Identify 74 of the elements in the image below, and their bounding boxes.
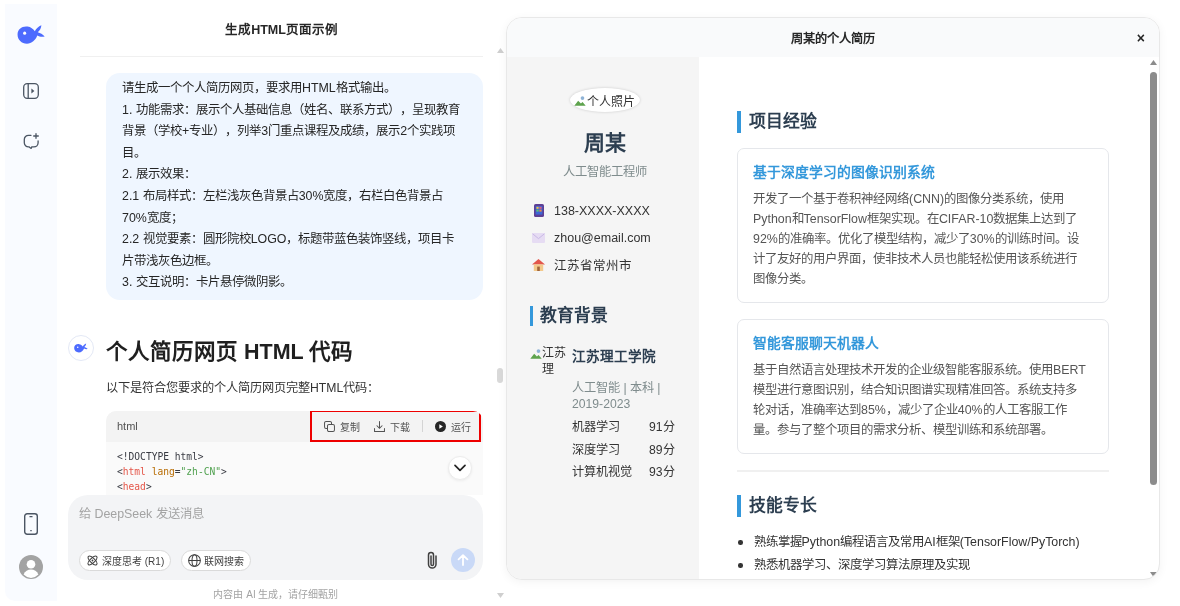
download-icon bbox=[374, 420, 385, 432]
copy-button[interactable]: 复制 bbox=[324, 418, 360, 434]
message-text: 1. 功能需求：展示个人基础信息（姓名、联系方式），呈现教育背景（学校+专业），列举3门重点课程及成绩，展示2个实践项目。 bbox=[122, 101, 461, 162]
course-name: 计算机视觉 bbox=[572, 464, 632, 481]
new-chat-icon[interactable] bbox=[23, 133, 39, 149]
phone-number: 138-XXXX-XXXX bbox=[554, 203, 650, 218]
course-score: 91分 bbox=[649, 419, 675, 436]
code-line: <html lang="zh-CN"> bbox=[117, 464, 227, 479]
section-heading: 技能专长 bbox=[737, 495, 817, 517]
copy-icon bbox=[324, 420, 335, 432]
code-line: <!DOCTYPE html> bbox=[117, 449, 204, 464]
chevron-down-icon bbox=[454, 463, 466, 472]
scrollbar-thumb[interactable] bbox=[1149, 72, 1157, 485]
deep-think-toggle[interactable]: 深度思考 (R1) bbox=[79, 549, 172, 571]
answer-heading: 个人简历网页 HTML 代码 bbox=[106, 338, 354, 366]
panel-title: 周某的个人简历 bbox=[791, 30, 875, 47]
course-name: 机器学习 bbox=[572, 419, 620, 436]
download-button[interactable]: 下载 bbox=[374, 418, 410, 434]
composer-panel[interactable]: 给 DeepSeek 发送消息 深度思考 (R1) 联网搜索 bbox=[68, 495, 483, 580]
user-avatar-icon[interactable] bbox=[19, 555, 43, 579]
message-text: 2.1 布局样式：左栏浅灰色背景占30%宽度，右栏白色背景占70%宽度； bbox=[122, 187, 445, 227]
attach-button[interactable] bbox=[427, 551, 438, 569]
section-heading: 项目经验 bbox=[737, 111, 817, 133]
phone-icon bbox=[533, 204, 544, 217]
course-score: 93分 bbox=[649, 464, 675, 481]
skill-text: 熟练掌握Python编程语言及常用AI框架(TensorFlow/PyTorch) bbox=[753, 534, 1080, 551]
answer-text: 以下是符合您要求的个人简历网页完整HTML代码： bbox=[106, 379, 380, 397]
close-button[interactable]: × bbox=[1136, 29, 1145, 46]
message-text: 请生成一个个人简历网页，要求用HTML格式输出。 bbox=[122, 80, 396, 97]
mobile-phone-icon[interactable] bbox=[24, 513, 38, 535]
code-line: <head> bbox=[117, 479, 152, 494]
broken-image-icon bbox=[530, 348, 542, 359]
code-language-label: html bbox=[117, 420, 138, 433]
message-text: 2. 展示效果： bbox=[122, 166, 196, 184]
bullet-icon bbox=[738, 540, 743, 545]
person-name: 周某 bbox=[583, 130, 626, 156]
logo-alt-text: 江苏理 bbox=[542, 345, 566, 377]
house-icon bbox=[532, 258, 545, 271]
skill-text: 熟悉机器学习、深度学习算法原理及实现 bbox=[753, 557, 970, 574]
run-button[interactable]: 运行 bbox=[435, 418, 471, 434]
location-text: 江苏省常州市 bbox=[554, 258, 632, 274]
scroll-down-arrow-icon[interactable] bbox=[1149, 572, 1157, 577]
message-text: 2.2 视觉要素：圆形院校LOGO，标题带蓝色装饰竖线，项目卡片带浅灰色边框。 bbox=[122, 231, 456, 270]
school-name: 江苏理工学院 bbox=[572, 347, 656, 366]
globe-icon bbox=[188, 553, 202, 567]
photo-alt-text: 个人照片 bbox=[586, 93, 635, 109]
broken-image-icon bbox=[573, 94, 586, 106]
expand-button[interactable] bbox=[448, 455, 472, 480]
envelope-icon bbox=[532, 232, 545, 243]
course-name: 深度学习 bbox=[572, 441, 620, 459]
play-icon bbox=[435, 420, 446, 432]
section-heading: 教育背景 bbox=[530, 306, 608, 326]
message-text: 3. 交互说明：卡片悬停微阴影。 bbox=[122, 274, 292, 292]
job-title: 人工智能工程师 bbox=[562, 164, 647, 181]
fish-logo-icon[interactable] bbox=[17, 25, 45, 44]
project-title: 智能客服聊天机器人 bbox=[753, 334, 879, 353]
sidebar-toggle-icon[interactable] bbox=[23, 83, 39, 99]
project-title: 基于深度学习的图像识别系统 bbox=[753, 163, 935, 182]
arrow-up-icon bbox=[457, 554, 469, 566]
web-search-toggle[interactable]: 联网搜索 bbox=[181, 549, 252, 571]
scrollbar-thumb[interactable] bbox=[497, 368, 503, 383]
email-address: zhou@email.com bbox=[554, 230, 651, 245]
message-input-field[interactable]: 给 DeepSeek 发送消息 bbox=[79, 504, 475, 548]
course-score: 89分 bbox=[649, 441, 675, 459]
bullet-icon bbox=[738, 563, 743, 568]
school-details: 人工智能 | 本科 | 2019-2023 bbox=[572, 380, 662, 412]
fish-avatar-icon bbox=[68, 334, 94, 361]
paperclip-icon bbox=[427, 551, 438, 569]
atom-icon bbox=[86, 553, 99, 567]
project-description: 开发了一个基于卷积神经网络(CNN)的图像分类系统，使用Python和TensorFlow框架实现。在CIFAR-10数据集上达到了92%的准确率。优化了模型结构，减少了30%的训练时间。设计了友好的用户界面，使非技术人员也能轻松使用该系统进行图像分类。 bbox=[753, 191, 1080, 288]
chat-title: 生成HTML页面示例 bbox=[225, 21, 338, 38]
disclaimer-text: 内容由 AI 生成，请仔细甄别 bbox=[213, 587, 339, 601]
scroll-up-arrow-icon[interactable] bbox=[1149, 60, 1157, 65]
project-description: 基于自然语言处理技术开发的企业级智能客服系统。使用BERT模型进行意图识别，结合知识图谱实现精准回答。系统支持多轮对话，准确率达到85%，减少了企业40%的人工客服工作量。参与了整个项目的需求分析、模型训练和系统部署。 bbox=[753, 362, 1087, 439]
